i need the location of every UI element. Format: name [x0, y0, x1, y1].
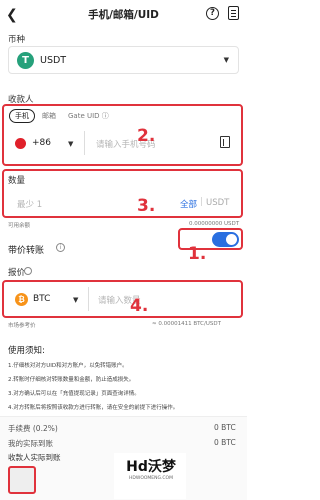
fee-label: 手续费 (0.2%): [8, 424, 58, 433]
annotation-label-4: 4.: [130, 296, 149, 316]
quote-coin[interactable]: BTC: [33, 294, 50, 304]
document-icon[interactable]: [228, 6, 239, 20]
fee-value: 0 BTC: [214, 423, 236, 432]
transfer-with-price-toggle[interactable]: [212, 232, 239, 247]
help-circle-icon[interactable]: ?: [206, 7, 219, 20]
quote-label: 报价: [8, 268, 26, 278]
annotation-box-2: [2, 104, 243, 166]
notice-item: 3.对方确认后可以在「充值提现记录」页面查询详情。: [8, 391, 140, 397]
confirm-button-area[interactable]: [8, 466, 36, 494]
caret-down-icon: ▼: [223, 56, 229, 64]
contacts-book-icon[interactable]: [220, 136, 230, 148]
received-label: 我的实际到账: [8, 439, 53, 448]
coin-label: 币种: [8, 35, 26, 45]
annotation-label-2: 2.: [137, 126, 156, 146]
quote-info-icon[interactable]: [24, 267, 32, 275]
notice-item: 2.转账时仔细核对转账数量和金额，防止造成损失。: [8, 377, 135, 383]
top-bar: ❮ 手机/邮箱/UID ?: [0, 0, 247, 30]
annotation-label-1: 1.: [188, 244, 207, 264]
annotation-box-3: [2, 169, 243, 218]
all-button[interactable]: 全部: [180, 198, 197, 210]
rate-label: 市场参考价: [8, 323, 36, 329]
tab-gate-uid[interactable]: Gate UID ⓘ: [68, 111, 109, 121]
notice-title: 使用须知:: [8, 346, 45, 356]
notice-item: 4.对方转账后将按照该收款方进行转账，请在安全的前提下进行操作。: [8, 405, 179, 411]
available-label: 可用余额: [8, 223, 31, 229]
tab-phone[interactable]: 手机: [9, 109, 35, 123]
transfer-with-price-label: 带价转账: [8, 246, 45, 256]
separator: |: [200, 197, 203, 207]
coin-selector[interactable]: T USDT ▼: [8, 46, 239, 74]
notice-item: 1.仔细核对对方UID和对方账户，以免转错账户。: [8, 363, 128, 369]
china-flag-icon: [15, 138, 26, 149]
coin-name: USDT: [40, 55, 67, 66]
payee-label: 收款人实际到账: [8, 453, 61, 462]
rate-value: ≈ 0.00001411 BTC/USDT: [152, 321, 221, 327]
amount-unit: USDT: [206, 198, 230, 208]
available-value: 0.00000000 USDT: [189, 221, 240, 227]
btc-coin-icon: ₿: [15, 293, 28, 306]
country-caret-icon[interactable]: ▼: [68, 140, 73, 148]
received-value: 0 BTC: [214, 438, 236, 447]
usdt-coin-icon: T: [17, 52, 34, 69]
annotation-label-3: 3.: [137, 196, 156, 216]
watermark-logo: Hd沃梦 HDWOOMENG.COM: [126, 459, 176, 481]
country-code[interactable]: +86: [32, 138, 51, 148]
quote-caret-icon[interactable]: ▼: [73, 296, 78, 304]
amount-input[interactable]: 最少 1: [17, 198, 42, 210]
tab-email[interactable]: 邮箱: [42, 111, 56, 121]
info-circle-icon[interactable]: i: [56, 243, 65, 252]
divider: [84, 131, 85, 155]
divider: [88, 287, 89, 311]
